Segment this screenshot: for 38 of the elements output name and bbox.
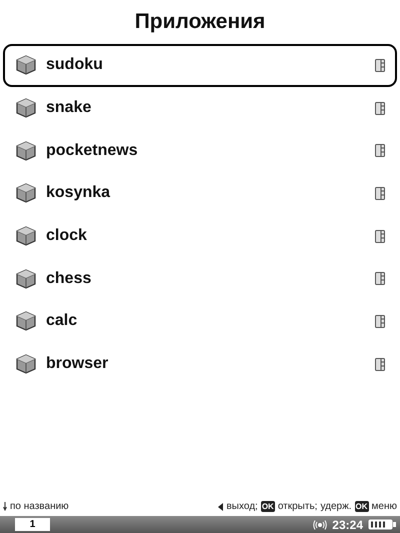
clock-time: 23:24 [332,518,363,532]
page-number: 1 [15,518,50,531]
app-list-item[interactable]: clock [3,214,397,258]
cube-icon [15,54,37,76]
book-icon [375,230,385,243]
app-list-item[interactable]: pocketnews [3,129,397,172]
book-icon [375,358,385,371]
ok-key-icon: OK [260,501,275,512]
cube-icon [15,97,37,120]
book-icon [375,314,385,328]
book-icon [375,58,385,72]
cube-icon [15,140,37,162]
cube-icon [15,353,37,376]
book-icon [375,186,385,200]
key-hint: выход; [226,501,258,512]
down-arrow-icon [3,502,7,511]
cube-icon [15,310,37,332]
book-icon [375,272,385,286]
sort-hint: по названию [10,501,69,512]
app-list-item[interactable]: chess [3,257,397,300]
key-hint: меню [372,501,397,512]
app-list-item[interactable]: snake [3,86,397,130]
screen-title: Приложения [134,9,266,35]
cube-icon [15,225,37,248]
left-triangle-icon [218,502,224,510]
app-list-item[interactable]: calc [3,300,397,343]
app-list-item[interactable]: sudoku [3,44,397,87]
book-icon [375,102,385,115]
app-list-item[interactable]: browser [3,342,397,386]
cube-icon [15,182,37,204]
wifi-icon [313,520,328,530]
ok-key-icon: OK [354,501,369,512]
cube-icon [15,268,37,290]
key-hint: открыть; [278,501,318,512]
battery-icon [368,519,396,530]
app-list-item[interactable]: kosynka [3,172,397,215]
book-icon [375,144,385,158]
key-hint: удерж. [320,501,352,512]
